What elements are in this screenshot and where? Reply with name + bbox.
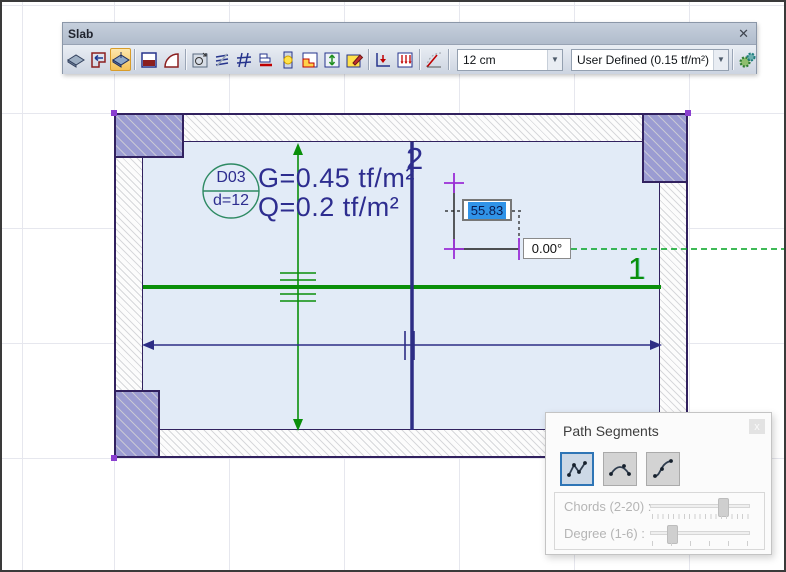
axis-2-label: 2 (406, 143, 423, 174)
column-head-icon[interactable] (278, 48, 299, 71)
degree-slider[interactable] (650, 531, 750, 535)
chevron-down-icon[interactable]: ▼ (547, 50, 562, 70)
selection-handle[interactable] (111, 110, 117, 116)
column-top-right[interactable] (642, 113, 688, 183)
spline-segment-button[interactable] (646, 452, 680, 486)
new-slab-icon[interactable] (66, 48, 87, 71)
spline-icon (651, 457, 675, 481)
corner-panel-icon[interactable] (300, 48, 321, 71)
degree-ticks (652, 541, 749, 546)
slab-toolbar-window: Slab ✕ 12 cm ▼ (62, 22, 757, 74)
thickness-value: 12 cm (458, 53, 547, 67)
live-load-label: Q=0.2 tf/m² (258, 194, 399, 221)
load-combobox[interactable]: User Defined (0.15 tf/m²) ▼ (571, 49, 729, 71)
toolbar-separator (448, 49, 449, 70)
toolbar-separator (185, 49, 186, 70)
chords-ticks (652, 514, 749, 519)
toolbar-separator (368, 49, 369, 70)
modify-region-icon[interactable] (344, 48, 365, 71)
angle-readout: 0.00° (523, 238, 571, 259)
opening-drill-icon[interactable] (190, 48, 211, 71)
dimension-value[interactable]: 55.83 (468, 202, 507, 219)
toolbar-separator (134, 49, 135, 70)
arc-slab-icon[interactable] (161, 48, 182, 71)
dead-load-label: G=0.45 tf/m² (258, 165, 415, 192)
chords-slider[interactable] (650, 504, 750, 508)
settings-gears-icon[interactable] (737, 48, 758, 71)
toolbar-titlebar[interactable]: Slab ✕ (63, 23, 756, 45)
toolbar-separator (419, 49, 420, 70)
axis-1-label: 1 (628, 253, 645, 284)
polyline-icon (565, 457, 589, 481)
drop-panel-icon[interactable] (139, 48, 160, 71)
path-segments-panel: Path Segments x Chords (2-20) : (545, 412, 772, 555)
distributed-load-icon[interactable] (395, 48, 416, 71)
polyline-segment-button[interactable] (560, 452, 594, 486)
column-top-left[interactable] (114, 113, 184, 158)
levels-stack-icon[interactable] (256, 48, 277, 71)
app-window: D03 d=12 G=0.45 tf/m² Q=0.2 tf/m² 2 1 55… (0, 0, 786, 572)
edit-slab-icon[interactable] (110, 48, 131, 71)
selection-handle[interactable] (111, 455, 117, 461)
panel-title: Path Segments (563, 423, 659, 439)
polyline-slab-icon[interactable] (88, 48, 109, 71)
chords-label: Chords (2-20) : (564, 499, 651, 514)
degree-label: Degree (1-6) : (564, 526, 645, 541)
close-icon[interactable]: ✕ (738, 26, 749, 42)
arc-icon (608, 457, 632, 481)
load-value: User Defined (0.15 tf/m²) (572, 53, 713, 67)
close-icon[interactable]: x (749, 419, 765, 434)
slab-tag-code: D03 (205, 170, 257, 186)
toolbar-separator (732, 49, 733, 70)
slope-lines-icon[interactable] (212, 48, 233, 71)
column-bottom-left[interactable] (114, 390, 160, 458)
point-support-icon[interactable] (373, 48, 394, 71)
thickness-combobox[interactable]: 12 cm ▼ (457, 49, 563, 71)
hatch-axes-icon[interactable] (234, 48, 255, 71)
segment-options-group: Chords (2-20) : Degree (1-6) : (554, 492, 765, 550)
selection-handle[interactable] (685, 110, 691, 116)
dimension-input[interactable]: 55.83 (462, 199, 512, 221)
slab-tag-thickness: d=12 (203, 193, 259, 209)
arc-segment-button[interactable] (603, 452, 637, 486)
toolbar-row: 12 cm ▼ User Defined (0.15 tf/m²) ▼ (63, 45, 756, 74)
angle-measure-icon[interactable] (424, 48, 445, 71)
span-direction-icon[interactable] (322, 48, 343, 71)
toolbar-title: Slab (68, 27, 738, 41)
chevron-down-icon[interactable]: ▼ (713, 50, 728, 70)
